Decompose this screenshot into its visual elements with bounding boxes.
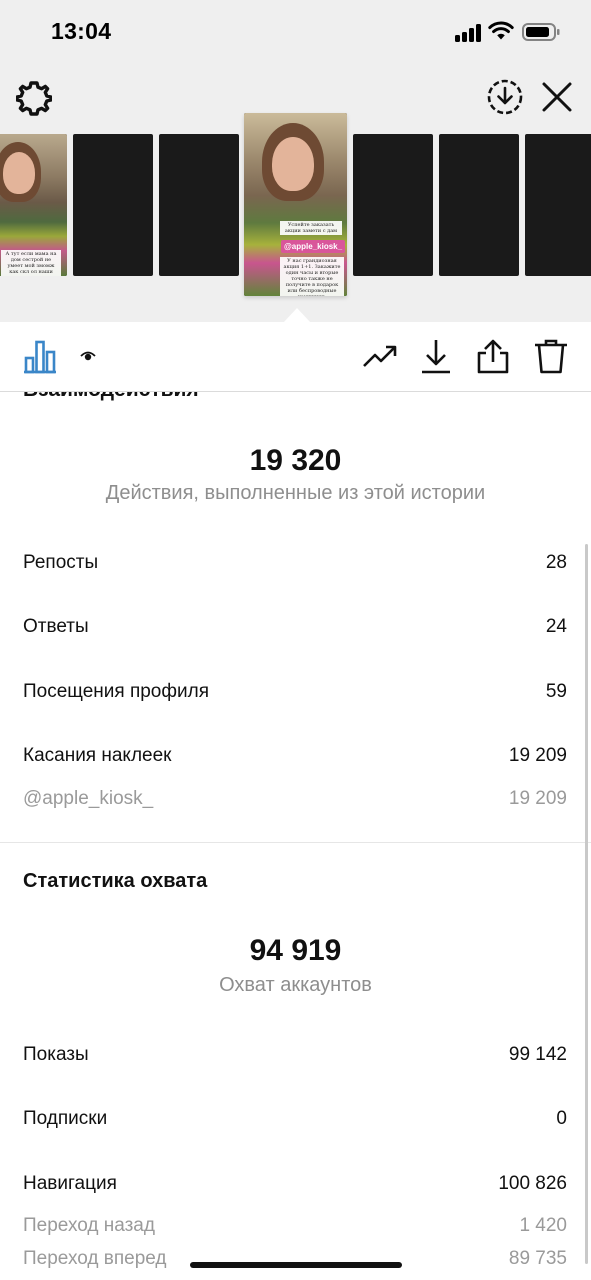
interactions-total: 19 320 (249, 444, 342, 477)
stat-label-reposts: Репосты (23, 552, 99, 573)
thumbnail-caption: А тут если мама на дом сестрой не умеет … (1, 250, 61, 276)
stat-label-forward: Переход вперед (23, 1248, 167, 1269)
download-icon[interactable] (418, 338, 454, 374)
gear-icon[interactable] (16, 80, 52, 116)
stat-value-replies: 24 (545, 616, 567, 637)
wifi-icon (488, 21, 514, 40)
battery-icon (522, 23, 560, 41)
insights-bar-icon[interactable] (22, 338, 58, 374)
thumbnail-caption: Успейте заказать акции замети с дам (280, 221, 342, 235)
stat-label-back: Переход назад (23, 1215, 155, 1236)
stat-value-sticker-mention: 19 209 (508, 788, 567, 809)
story-photo: А тут если мама на дом сестрой не умеет … (0, 134, 67, 276)
stat-value-forward: 89 735 (508, 1248, 567, 1269)
stat-value-navigation: 100 826 (498, 1173, 567, 1194)
stat-label-navigation: Навигация (23, 1173, 117, 1194)
status-time: 13:04 (51, 18, 112, 44)
stat-value-follows: 0 (556, 1108, 567, 1129)
stat-label-replies: Ответы (23, 616, 89, 637)
stat-value-reposts: 28 (545, 552, 567, 573)
cellular-signal-icon (455, 24, 483, 42)
section-divider (0, 842, 591, 843)
trash-icon[interactable] (533, 338, 569, 374)
insights-toolbar (0, 322, 591, 392)
close-icon[interactable] (540, 80, 574, 114)
story-thumbnail[interactable] (159, 134, 239, 276)
active-thumbnail-pointer (283, 308, 311, 323)
stat-value-profile-visits: 59 (545, 681, 567, 702)
section-heading-reach: Статистика охвата (23, 870, 208, 892)
section-heading-interactions: Взаимодействия (23, 392, 199, 402)
interactions-total-label: Действия, выполненные из этой истории (105, 482, 486, 504)
status-bar: 13:04 (0, 0, 591, 64)
story-thumbnails-strip: А тут если мама на дом сестрой не умеет … (0, 113, 591, 302)
story-thumbnail[interactable] (525, 134, 591, 276)
story-thumbnail[interactable] (353, 134, 433, 276)
reach-total: 94 919 (249, 934, 342, 967)
stat-label-profile-visits: Посещения профиля (23, 681, 209, 702)
stat-value-sticker-taps: 19 209 (508, 745, 567, 766)
story-thumbnail[interactable] (439, 134, 519, 276)
download-circle-icon[interactable] (486, 78, 524, 116)
story-thumbnail-active[interactable]: Успейте заказать акции замети с дам @app… (244, 113, 347, 296)
eye-icon[interactable] (80, 350, 96, 362)
scrollbar[interactable] (585, 544, 588, 1264)
thumbnail-caption: У нас грандиозная акция 1+1. Закажите од… (280, 257, 344, 296)
reach-total-label: Охват аккаунтов (219, 974, 372, 996)
stat-value-impressions: 99 142 (508, 1044, 567, 1065)
home-indicator[interactable] (190, 1262, 402, 1268)
stat-value-back: 1 420 (519, 1215, 567, 1236)
insights-content[interactable]: Взаимодействия 19 320 Действия, выполнен… (0, 392, 591, 1280)
story-thumbnail[interactable]: А тут если мама на дом сестрой не умеет … (0, 134, 67, 276)
stat-label-impressions: Показы (23, 1044, 89, 1065)
story-photo: Успейте заказать акции замети с дам @app… (244, 113, 347, 296)
trending-icon[interactable] (362, 338, 398, 374)
share-icon[interactable] (475, 338, 511, 374)
stat-label-sticker-taps: Касания наклеек (23, 745, 172, 766)
story-viewer-header: 13:04 А тут если мама на дом сестрой не … (0, 0, 591, 323)
mention-sticker: @apple_kiosk_ (281, 240, 346, 253)
stat-label-follows: Подписки (23, 1108, 108, 1129)
story-thumbnail[interactable] (73, 134, 153, 276)
stat-label-sticker-mention: @apple_kiosk_ (23, 788, 154, 809)
